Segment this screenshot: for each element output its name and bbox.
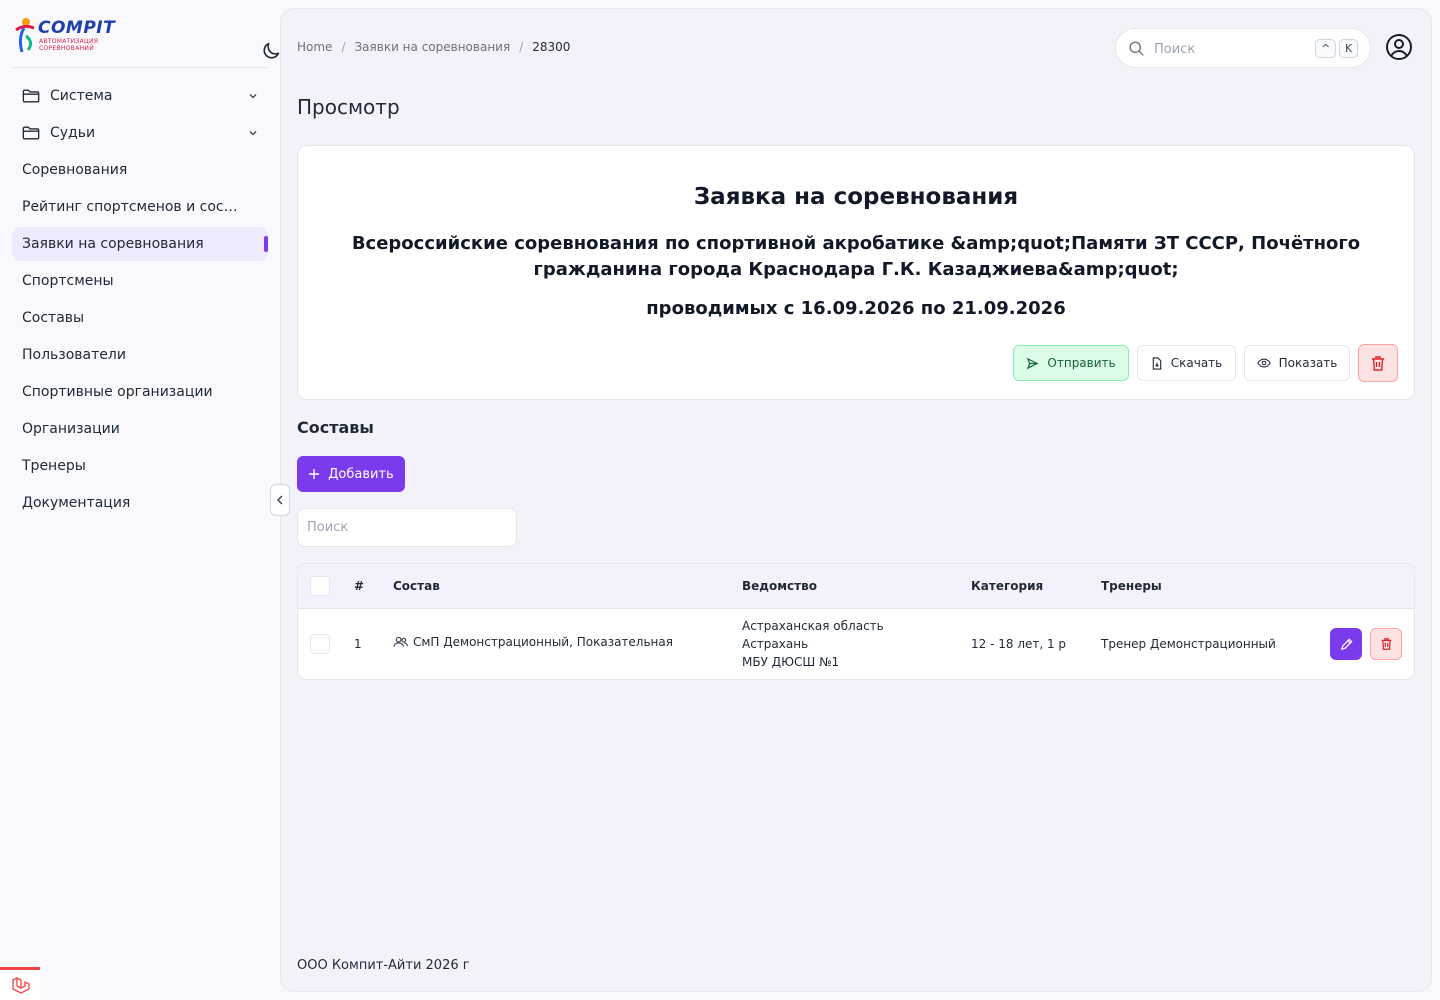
trash-icon (1372, 355, 1384, 371)
sidebar-item-users[interactable]: Пользователи (12, 338, 268, 372)
sidebar-item-label: Документация (22, 495, 131, 511)
sidebar-item-label: Заявки на соревнования (22, 236, 204, 252)
sidebar-item-compositions[interactable]: Составы (12, 301, 268, 335)
sidebar-item-competitions[interactable]: Соревнования (12, 153, 268, 187)
debugbar-badge[interactable] (0, 967, 40, 1000)
competition-dates: проводимых с 16.09.2026 по 21.09.2026 (646, 298, 1066, 319)
application-card: Заявка на соревнования Всероссийские сор… (297, 145, 1415, 400)
shortcut-key-ctrl: ^ (1315, 39, 1337, 58)
row-department: Астраханская область Астрахань МБУ ДЮСШ … (742, 619, 884, 669)
table-header: # Состав Ведомство Категория Тренеры (298, 564, 1414, 609)
column-header-category[interactable]: Категория (971, 579, 1043, 593)
search-icon (1129, 41, 1144, 56)
laravel-icon (12, 977, 30, 994)
show-button-label: Показать (1278, 356, 1338, 370)
trash-icon (1381, 638, 1391, 650)
sidebar-item-label: Спортсмены (22, 273, 114, 289)
add-composition-button[interactable]: Добавить (297, 456, 405, 492)
sidebar-item-rating[interactable]: Рейтинг спортсменов и составов (12, 190, 268, 224)
chevron-left-icon (277, 495, 283, 505)
column-header-coaches[interactable]: Тренеры (1101, 579, 1162, 593)
chevron-down-icon (249, 131, 257, 136)
sidebar-item-athletes[interactable]: Спортсмены (12, 264, 268, 298)
breadcrumb-home[interactable]: Home (297, 40, 332, 54)
breadcrumb-applications[interactable]: Заявки на соревнования (354, 40, 510, 54)
user-avatar-icon[interactable] (1385, 33, 1413, 61)
compositions-section-title: Составы (297, 418, 374, 437)
logo-subtitle: АВТОМАТИЗАЦИЯ СОРЕВНОВАНИЙ (39, 38, 99, 52)
eye-icon (1256, 358, 1271, 368)
sidebar-item-organizations[interactable]: Организации (12, 412, 268, 446)
footer-copyright: ООО Компит-Айти 2026 г (297, 958, 470, 973)
page-title: Просмотр (297, 95, 400, 119)
sidebar-item-system[interactable]: Система (12, 79, 268, 113)
pencil-icon (1340, 638, 1352, 650)
row-checkbox[interactable] (310, 634, 330, 654)
sidebar-item-documentation[interactable]: Документация (12, 486, 268, 520)
column-header-composition[interactable]: Состав (393, 579, 440, 593)
sidebar-item-coaches[interactable]: Тренеры (12, 449, 268, 483)
download-button-label: Скачать (1170, 356, 1223, 370)
sidebar-item-sport-organizations[interactable]: Спортивные организации (12, 375, 268, 409)
sidebar: COMPIT АВТОМАТИЗАЦИЯ СОРЕВНОВАНИЙ Систем… (0, 0, 280, 1000)
sidebar-item-label: Рейтинг спортсменов и составов (22, 199, 244, 215)
column-header-department[interactable]: Ведомство (742, 579, 817, 593)
breadcrumb-separator: / (519, 40, 524, 54)
app-logo[interactable]: COMPIT АВТОМАТИЗАЦИЯ СОРЕВНОВАНИЙ (12, 14, 115, 56)
download-button[interactable]: Скачать (1137, 345, 1236, 381)
row-composition[interactable]: СмП Демонстрационный, Показательная (393, 633, 673, 651)
competition-name: Всероссийские соревнования по спортивной… (351, 233, 1361, 280)
delete-application-button[interactable] (1358, 344, 1398, 382)
sidebar-item-judges[interactable]: Судьи (12, 116, 268, 150)
row-coaches: Тренер Демонстрационный (1101, 637, 1276, 651)
sidebar-collapse-button[interactable] (270, 484, 290, 516)
row-num: 1 (354, 637, 362, 651)
moon-icon[interactable] (260, 40, 282, 62)
sidebar-item-label: Спортивные организации (22, 384, 213, 400)
global-search-input[interactable] (1154, 39, 1304, 59)
select-all-checkbox[interactable] (310, 576, 330, 596)
logo-row: COMPIT АВТОМАТИЗАЦИЯ СОРЕВНОВАНИЙ (12, 14, 280, 68)
global-search[interactable]: ^ K (1115, 28, 1371, 68)
logo-mark-icon (15, 18, 35, 53)
compositions-search-input[interactable] (297, 508, 517, 547)
chevron-down-icon (249, 94, 257, 99)
sidebar-item-label: Составы (22, 310, 85, 326)
column-header-num[interactable]: # (354, 579, 364, 593)
sidebar-nav: Система Судьи Соревнования Рейтинг спорт… (12, 79, 268, 523)
folder-icon (22, 126, 40, 140)
shortcut-key-k: K (1339, 39, 1359, 58)
folder-icon (22, 89, 40, 103)
edit-row-button[interactable] (1330, 628, 1362, 660)
sidebar-item-label: Тренеры (22, 458, 86, 474)
plus-icon (309, 469, 320, 479)
sidebar-item-label: Система (50, 88, 113, 104)
breadcrumb-separator: / (341, 40, 346, 54)
users-icon (393, 636, 408, 647)
send-button-label: Отправить (1047, 356, 1116, 370)
send-button[interactable]: Отправить (1013, 345, 1129, 381)
send-icon (1027, 357, 1039, 369)
add-button-label: Добавить (328, 466, 394, 482)
main-panel: Home / Заявки на соревнования / 28300 ^ … (280, 8, 1432, 992)
compositions-table: # Состав Ведомство Категория Тренеры 1 С… (297, 563, 1415, 680)
sidebar-item-label: Организации (22, 421, 120, 437)
show-button[interactable]: Показать (1244, 345, 1350, 381)
file-download-icon (1152, 356, 1162, 370)
sidebar-item-label: Пользователи (22, 347, 126, 363)
breadcrumb: Home / Заявки на соревнования / 28300 (297, 40, 570, 54)
logo-title: COMPIT (38, 18, 116, 38)
breadcrumb-current: 28300 (532, 40, 571, 54)
delete-row-button[interactable] (1370, 628, 1402, 660)
application-title: Заявка на соревнования (693, 184, 1019, 210)
sidebar-item-applications[interactable]: Заявки на соревнования (12, 227, 268, 261)
sidebar-item-label: Соревнования (22, 162, 128, 178)
row-category: 12 - 18 лет, 1 р (971, 637, 1067, 651)
sidebar-item-label: Судьи (50, 125, 96, 141)
